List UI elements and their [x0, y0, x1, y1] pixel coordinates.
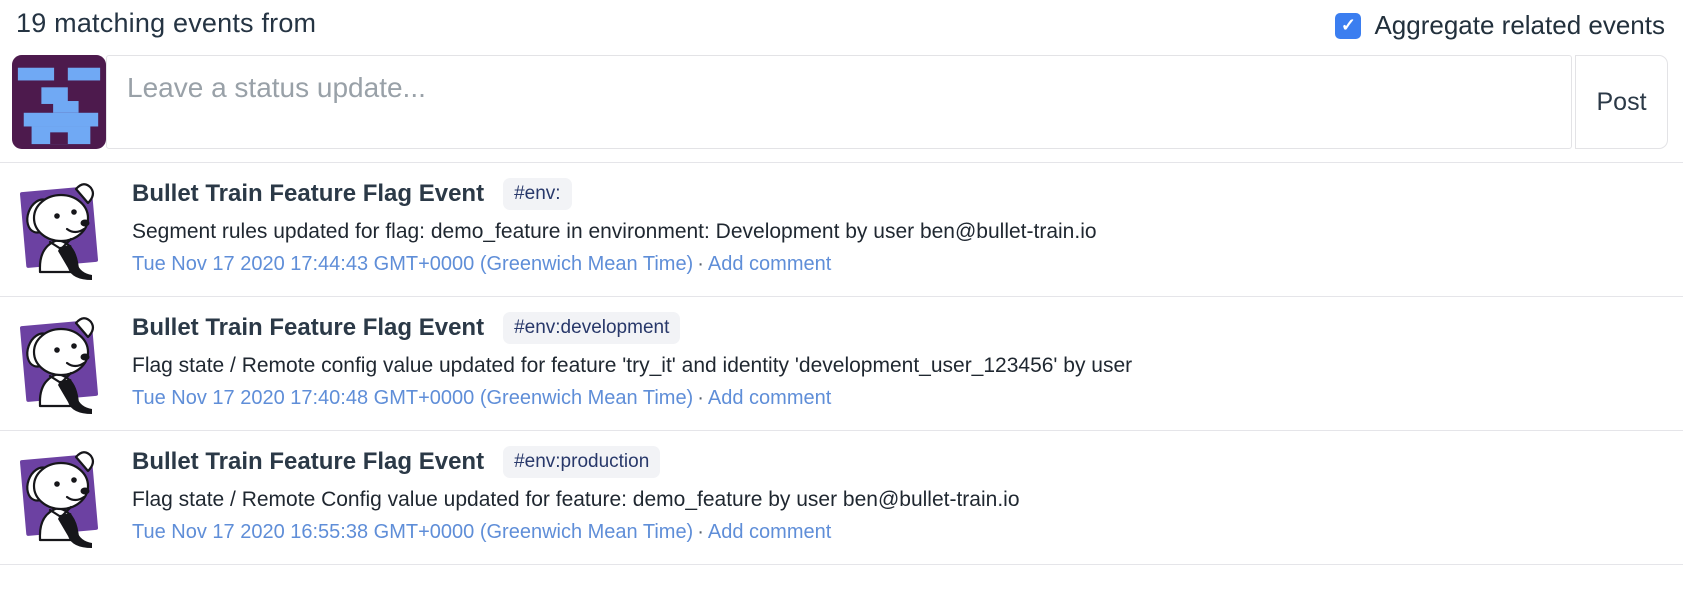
- aggregate-label: Aggregate related events: [1374, 10, 1665, 41]
- event-title: Bullet Train Feature Flag Event: [132, 314, 484, 342]
- datadog-dog-icon: [10, 444, 106, 550]
- post-button[interactable]: Post: [1575, 55, 1668, 149]
- user-avatar-identicon: [12, 55, 106, 149]
- meta-separator: ·: [693, 253, 708, 275]
- event-tag[interactable]: #env:: [503, 178, 571, 210]
- event-row: Bullet Train Feature Flag Event #env:dev…: [0, 297, 1683, 431]
- datadog-avatar: [10, 444, 108, 550]
- event-row: Bullet Train Feature Flag Event #env:pro…: [0, 431, 1683, 565]
- aggregate-toggle[interactable]: ✓ Aggregate related events: [1335, 10, 1665, 41]
- event-body: Bullet Train Feature Flag Event #env: Se…: [132, 176, 1097, 282]
- event-timestamp-link[interactable]: Tue Nov 17 2020 17:44:43 GMT+0000 (Green…: [132, 253, 693, 275]
- add-comment-link[interactable]: Add comment: [708, 521, 831, 543]
- datadog-avatar: [10, 176, 108, 282]
- add-comment-link[interactable]: Add comment: [708, 387, 831, 409]
- meta-separator: ·: [693, 521, 708, 543]
- event-tag[interactable]: #env:production: [503, 446, 660, 478]
- datadog-dog-icon: [10, 310, 106, 416]
- event-title: Bullet Train Feature Flag Event: [132, 180, 484, 208]
- event-title: Bullet Train Feature Flag Event: [132, 448, 484, 476]
- event-body: Bullet Train Feature Flag Event #env:dev…: [132, 310, 1132, 416]
- event-row: Bullet Train Feature Flag Event #env: Se…: [0, 163, 1683, 297]
- datadog-avatar: [10, 310, 108, 416]
- event-tag[interactable]: #env:development: [503, 312, 680, 344]
- status-update-input[interactable]: [106, 55, 1572, 149]
- event-body: Bullet Train Feature Flag Event #env:pro…: [132, 444, 1020, 550]
- event-timestamp-link[interactable]: Tue Nov 17 2020 17:40:48 GMT+0000 (Green…: [132, 387, 693, 409]
- checkmark-icon: ✓: [1341, 15, 1356, 36]
- meta-separator: ·: [693, 387, 708, 409]
- event-description: Flag state / Remote config value updated…: [132, 354, 1132, 378]
- status-composer: Post: [12, 55, 1668, 149]
- datadog-dog-icon: [10, 176, 106, 282]
- aggregate-checkbox[interactable]: ✓: [1335, 13, 1361, 39]
- identicon-icon: [12, 55, 106, 149]
- events-header: 19 matching events from ✓ Aggregate rela…: [0, 0, 1683, 49]
- page-title: 19 matching events from: [16, 8, 316, 39]
- event-description: Segment rules updated for flag: demo_fea…: [132, 220, 1097, 244]
- add-comment-link[interactable]: Add comment: [708, 253, 831, 275]
- event-timestamp-link[interactable]: Tue Nov 17 2020 16:55:38 GMT+0000 (Green…: [132, 521, 693, 543]
- event-description: Flag state / Remote Config value updated…: [132, 488, 1020, 512]
